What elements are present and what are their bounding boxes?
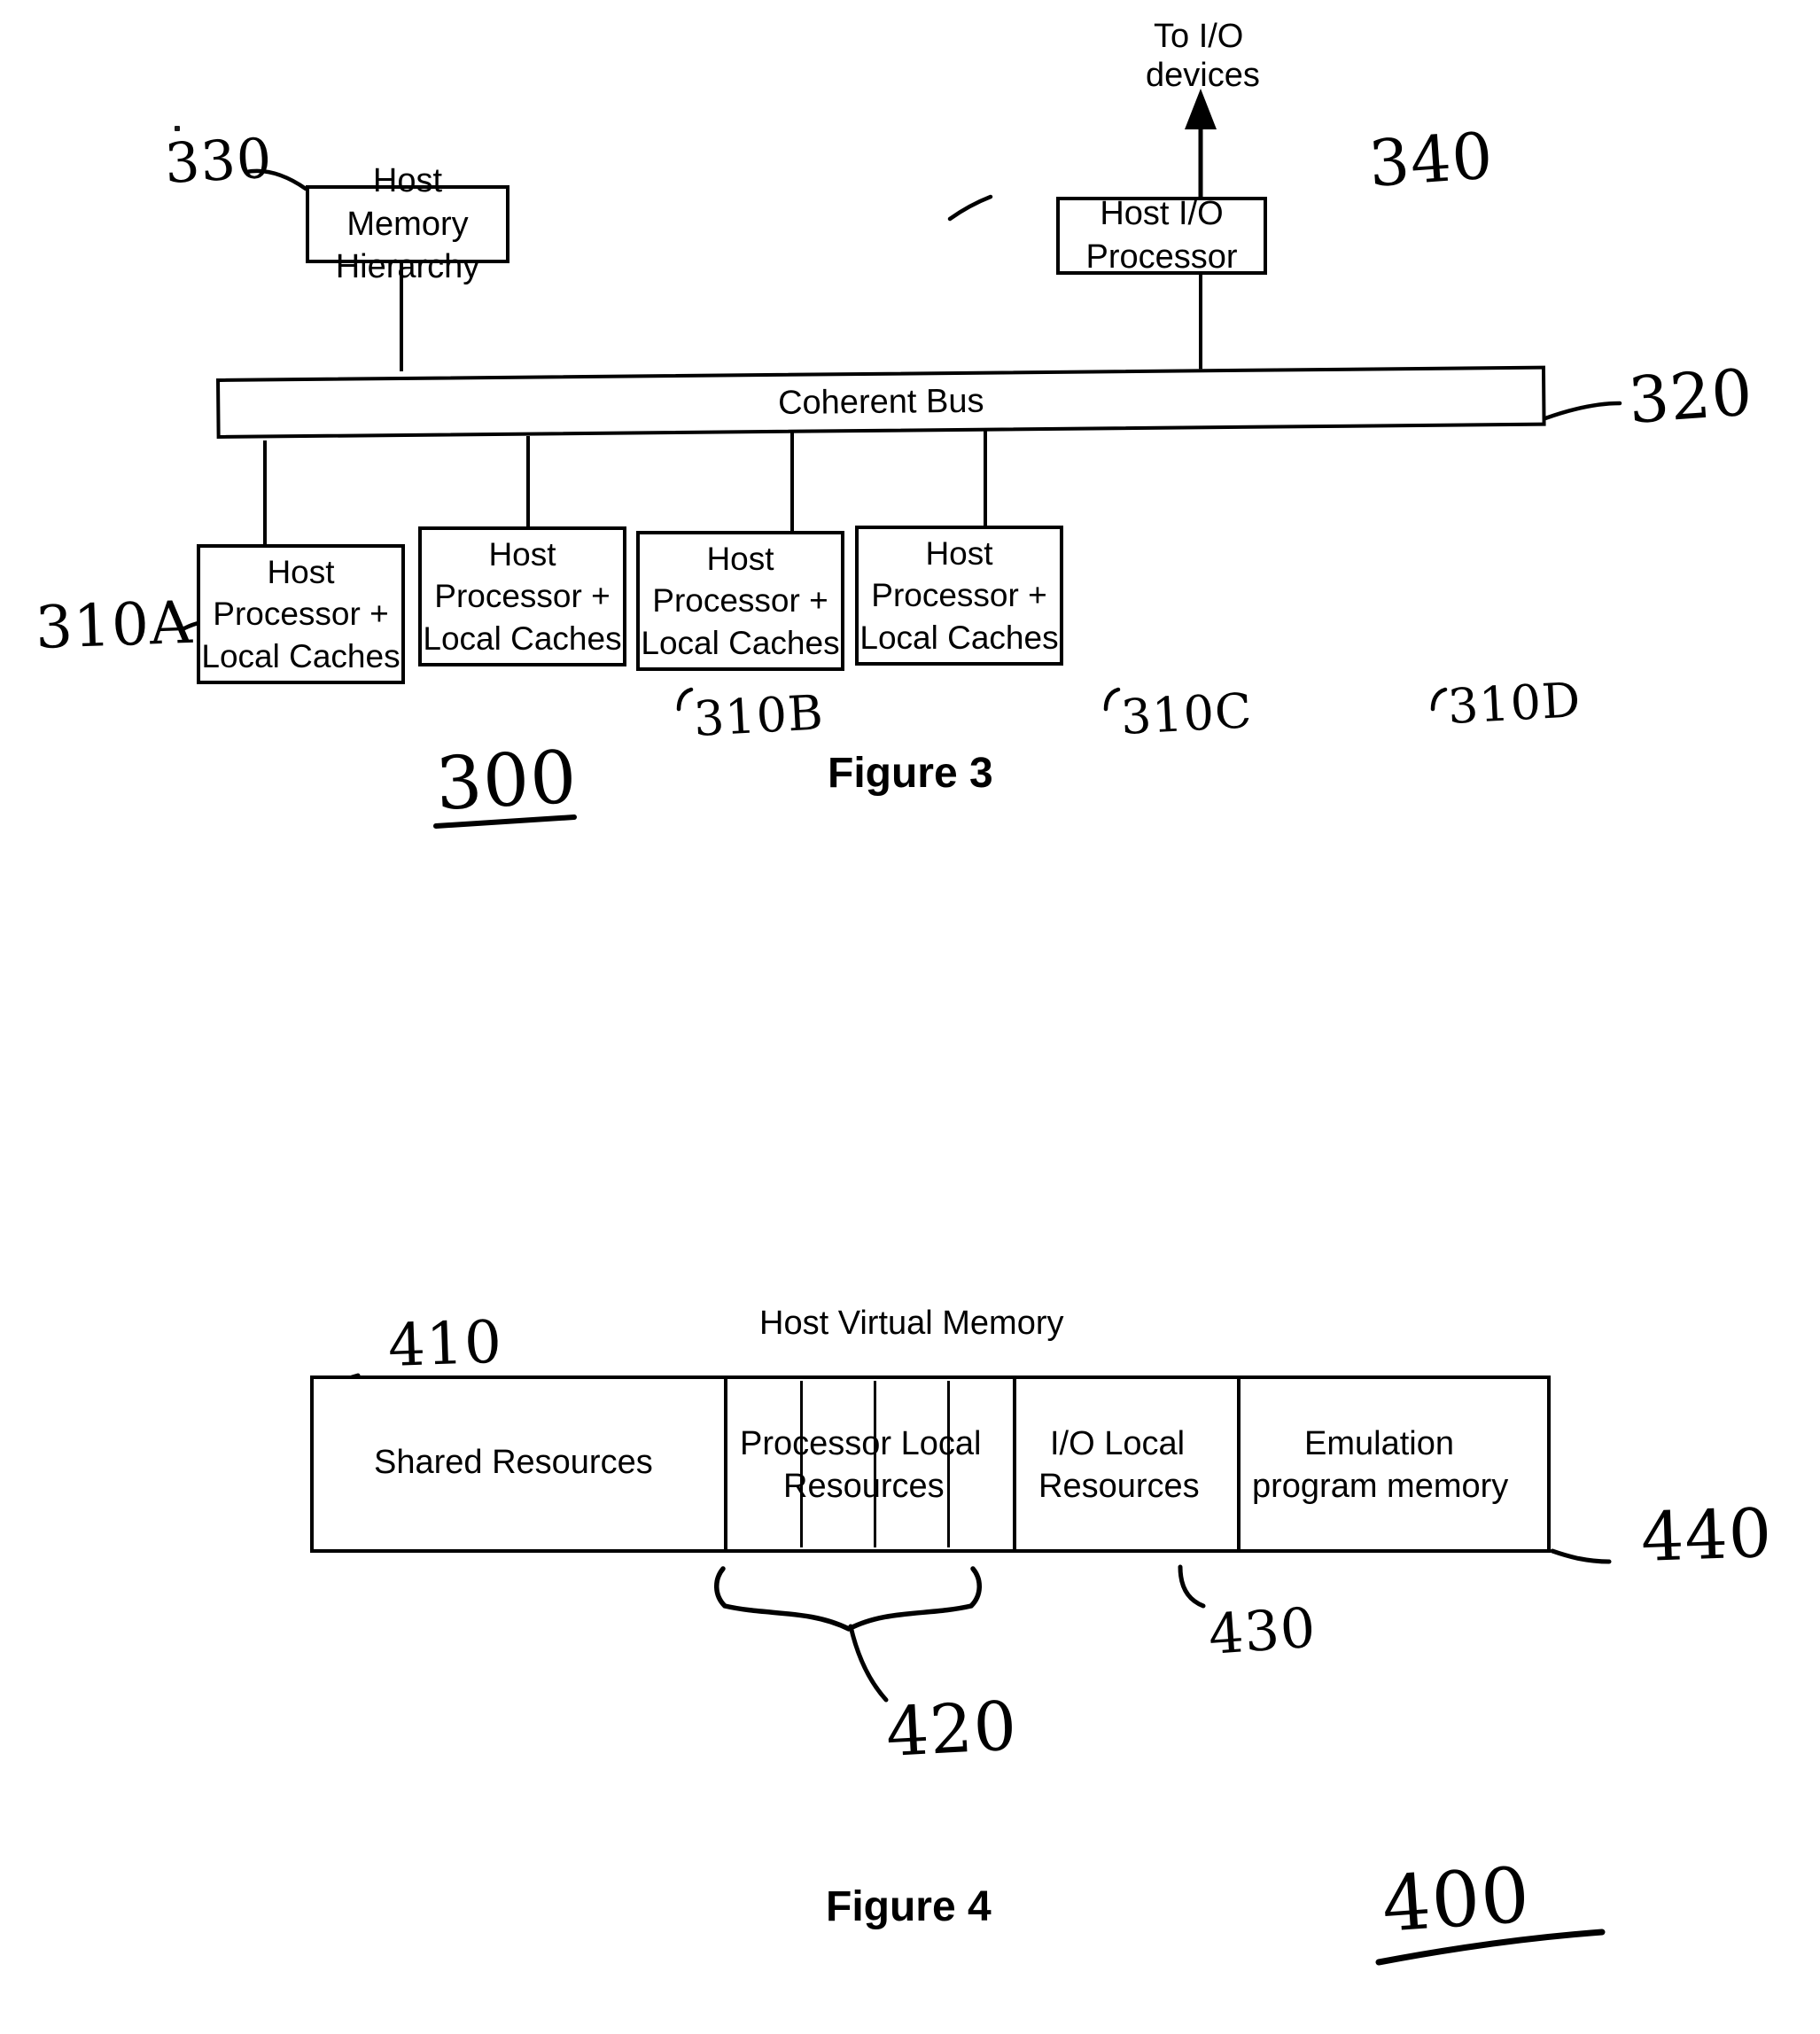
segment-label-io-local-line2: Resources (1038, 1468, 1200, 1505)
host-processor-d-line3: Local Caches (859, 619, 1059, 656)
annotation-430: 430 (1206, 1594, 1318, 1667)
leader-320 (1543, 401, 1622, 421)
segment-label-shared-resources: Shared Resources (374, 1444, 653, 1481)
annotation-340: 340 (1366, 118, 1497, 201)
annotation-300: 300 (433, 735, 579, 827)
connector-bus-to-proc-b (526, 436, 530, 526)
annotation-310c: 310C (1119, 682, 1254, 745)
leader-440 (1550, 1548, 1612, 1564)
divider-io-emulation (1237, 1379, 1241, 1549)
host-memory-hierarchy-label-line1: Host Memory (346, 162, 469, 243)
segment-label-processor-local-line1: Processor Local (740, 1425, 982, 1462)
connector-memory-to-bus (400, 263, 403, 371)
brace-420 (714, 1566, 982, 1632)
figure-4-caption: Figure 4 (826, 1883, 992, 1930)
patent-drawing-sheet: To I/O devices Host Memory Hierarchy Hos… (0, 0, 1820, 2034)
host-processor-box-b: Host Processor + Local Caches (418, 526, 626, 666)
to-io-devices-arrow (1185, 89, 1217, 197)
host-processor-a-line1: Host (267, 553, 335, 590)
divider-shared-processor (724, 1379, 727, 1549)
leader-310d (1430, 687, 1448, 712)
to-io-devices-label-line1: To I/O (1154, 18, 1244, 55)
coherent-bus-box: Coherent Bus (216, 365, 1546, 439)
annotation-400: 400 (1379, 1851, 1534, 1950)
segment-label-io-local-line1: I/O Local (1050, 1425, 1186, 1462)
annotation-420: 420 (883, 1686, 1020, 1772)
annotation-320: 320 (1626, 355, 1756, 438)
leader-310c (1103, 687, 1121, 712)
connector-bus-to-proc-a (263, 440, 267, 544)
host-io-processor-label-line2: Processor (1085, 238, 1238, 276)
host-processor-box-d: Host Processor + Local Caches (855, 526, 1063, 666)
leader-310b (676, 687, 694, 712)
connector-bus-to-proc-c (790, 432, 794, 531)
host-processor-b-line1: Host (488, 535, 556, 573)
annotation-440: 440 (1639, 1492, 1774, 1577)
segment-label-processor-local-line2: Resources (783, 1468, 945, 1505)
leader-340 (947, 194, 993, 222)
annotation-410: 410 (386, 1307, 504, 1380)
segment-label-emulation-line1: Emulation (1304, 1425, 1454, 1462)
coherent-bus-label: Coherent Bus (777, 382, 984, 422)
host-processor-a-line3: Local Caches (201, 637, 401, 674)
host-processor-d-line1: Host (925, 534, 993, 572)
host-processor-c-line3: Local Caches (641, 624, 840, 661)
host-io-processor-label-line1: Host I/O (1100, 195, 1224, 233)
leader-420 (848, 1624, 889, 1703)
connector-ioproc-to-bus (1199, 275, 1202, 381)
host-memory-hierarchy-box: Host Memory Hierarchy (306, 162, 509, 285)
annotation-330: 330 (163, 125, 275, 196)
host-io-processor-box: Host I/O Processor (1056, 195, 1267, 276)
host-virtual-memory-title: Host Virtual Memory (759, 1305, 1064, 1342)
divider-processor-io (1013, 1379, 1016, 1549)
to-io-devices-label-line2: devices (1146, 57, 1260, 94)
segment-label-emulation-line2: program memory (1252, 1468, 1509, 1505)
annotation-310a: 310A (34, 588, 194, 662)
leader-430 (1178, 1564, 1206, 1609)
annotation-310b: 310B (692, 684, 826, 747)
host-processor-a-line2: Processor + (213, 596, 389, 633)
host-processor-b-line2: Processor + (434, 578, 611, 615)
host-processor-b-line3: Local Caches (423, 620, 622, 657)
connector-bus-to-proc-d (984, 428, 987, 526)
host-processor-d-line2: Processor + (871, 577, 1047, 614)
host-memory-hierarchy-label-line2: Hierarchy (335, 248, 480, 286)
annotation-310d: 310D (1446, 672, 1583, 735)
host-processor-c-line2: Processor + (652, 582, 828, 620)
host-processor-box-c: Host Processor + Local Caches (636, 531, 844, 671)
host-processor-c-line1: Host (706, 540, 774, 577)
host-processor-box-a: Host Processor + Local Caches (197, 544, 405, 684)
figure-3-caption: Figure 3 (828, 750, 993, 797)
